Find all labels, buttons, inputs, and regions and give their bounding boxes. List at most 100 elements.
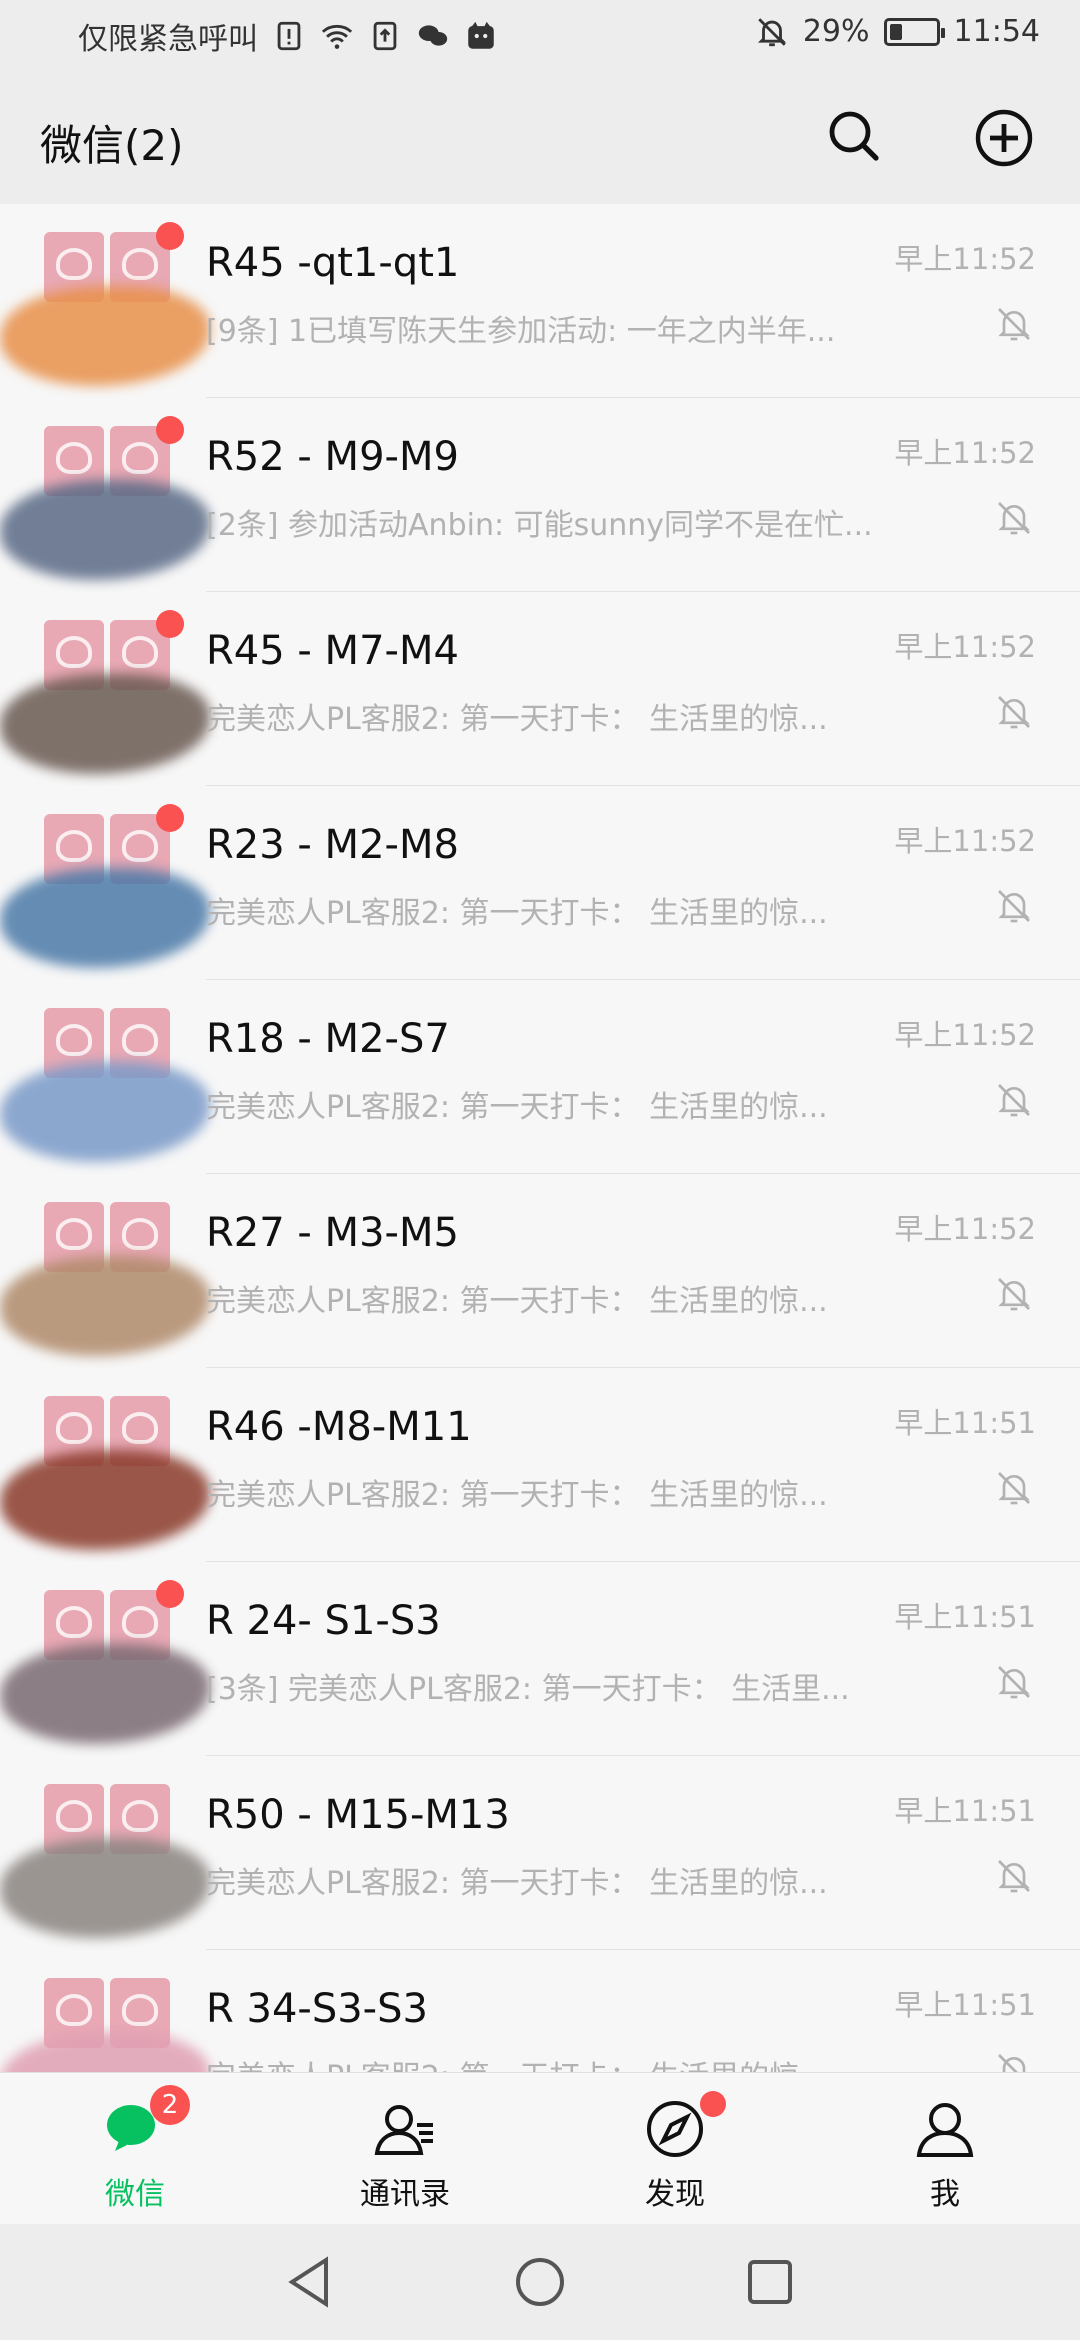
tab-label: 通讯录: [360, 2177, 450, 2212]
bell-off-icon: [757, 17, 786, 46]
wifi-icon: [321, 24, 353, 49]
avatar-blur: [0, 286, 210, 386]
chat-name: R 34-S3-S3: [206, 1986, 428, 2032]
chat-preview: [3条] 完美恋人PL客服2: 第一天打卡： 生活里...: [206, 1672, 850, 1707]
chat-list[interactable]: R45 -qt1-qt1 早上11:52 [9条] 1已填写陈天生参加活动: 一年之…: [0, 204, 1080, 2072]
tab-me[interactable]: 我: [810, 2073, 1080, 2225]
person-icon: [916, 2103, 974, 2157]
chat-preview: 完美恋人PL客服2: 第一天打卡： 生活里的惊...: [206, 896, 828, 931]
top-header: 微信(2): [0, 72, 1080, 204]
group-avatar[interactable]: [0, 610, 210, 774]
mute-icon: [998, 890, 1030, 923]
carrier-text: 仅限紧急呼叫: [78, 22, 258, 57]
avatar-blur: [0, 1644, 210, 1744]
chat-row[interactable]: R27 - M3-M5 早上11:52 完美恋人PL客服2: 第一天打卡： 生活里的…: [0, 1174, 1080, 1368]
group-avatar[interactable]: [0, 804, 210, 968]
sim-alert-icon: [277, 21, 301, 51]
add-icon[interactable]: [974, 108, 1034, 168]
chat-row[interactable]: R50 - M15-M13 早上11:51 完美恋人PL客服2: 第一天打卡： 生活…: [0, 1756, 1080, 1950]
compass-icon: [647, 2101, 703, 2157]
mute-icon: [998, 308, 1030, 341]
avatar-blur: [0, 868, 210, 968]
battery-fill: [889, 23, 903, 40]
group-avatar[interactable]: [0, 1972, 210, 2072]
chat-time: 早上11:52: [894, 1212, 1036, 1246]
chat-preview: [2条] 参加活动Anbin: 可能sunny同学不是在忙...: [206, 508, 873, 543]
chat-time: 早上11:51: [894, 1406, 1036, 1440]
status-left: 仅限紧急呼叫: [78, 14, 498, 58]
avatar-blur: [0, 1256, 210, 1356]
avatar-blur: [0, 480, 210, 580]
group-avatar[interactable]: [0, 1390, 210, 1550]
chat-time: 早上11:52: [894, 824, 1036, 858]
unread-dot: [156, 222, 184, 250]
chat-name: R45 -qt1-qt1: [206, 240, 460, 286]
status-right: 29% 11:54: [755, 14, 1040, 49]
chat-row[interactable]: R45 -qt1-qt1 早上11:52 [9条] 1已填写陈天生参加活动: 一年之…: [0, 204, 1080, 398]
battery-percent: 29%: [802, 14, 870, 49]
bottom-tab-bar: 2 微信 通讯录 发现 我: [0, 2072, 1080, 2225]
chat-preview: 完美恋人PL客服2: 第一天打卡： 生活里的惊...: [206, 1090, 828, 1125]
chat-name: R46 -M8-M11: [206, 1404, 472, 1450]
mute-icon: [998, 1472, 1030, 1505]
mute-icon: [998, 1860, 1030, 1893]
avatar-blur: [0, 674, 210, 774]
mute-icon: [998, 1084, 1030, 1117]
group-avatar[interactable]: [0, 1778, 210, 1938]
chat-badge: 2: [150, 2085, 190, 2125]
back-icon[interactable]: [282, 2254, 338, 2310]
group-avatar[interactable]: [0, 1196, 210, 1356]
tab-chats[interactable]: 2 微信: [0, 2073, 270, 2225]
battery-icon: [883, 17, 945, 46]
cat-app-icon: [468, 21, 494, 49]
chat-time: 早上11:52: [894, 242, 1036, 276]
tab-discover[interactable]: 发现: [540, 2073, 810, 2225]
chat-time: 早上11:51: [894, 1600, 1036, 1634]
unread-dot: [156, 610, 184, 638]
avatar-blur: [0, 1450, 210, 1550]
unread-dot: [156, 416, 184, 444]
chat-row[interactable]: R 24- S1-S3 早上11:51 [3条] 完美恋人PL客服2: 第一天打卡：…: [0, 1562, 1080, 1756]
group-avatar[interactable]: [0, 416, 210, 580]
chat-preview: 完美恋人PL客服2: 第一天打卡： 生活里的惊...: [206, 2052, 926, 2072]
wechat-icon: [418, 25, 448, 46]
chat-row[interactable]: R18 - M2-S7 早上11:52 完美恋人PL客服2: 第一天打卡： 生活里的…: [0, 980, 1080, 1174]
avatar-blur: [0, 2032, 210, 2072]
contacts-icon: [374, 2105, 433, 2155]
chat-time: 早上11:51: [894, 1988, 1036, 2022]
tab-contacts[interactable]: 通讯录: [270, 2073, 540, 2225]
chat-preview: [9条] 1已填写陈天生参加活动: 一年之内半年...: [206, 314, 836, 349]
group-avatar[interactable]: [0, 1580, 210, 1744]
mute-icon: [998, 1666, 1030, 1699]
chat-row[interactable]: R45 - M7-M4 早上11:52 完美恋人PL客服2: 第一天打卡： 生活里的…: [0, 592, 1080, 786]
chat-preview: 完美恋人PL客服2: 第一天打卡： 生活里的惊...: [206, 1866, 828, 1901]
chat-row[interactable]: R52 - M9-M9 早上11:52 [2条] 参加活动Anbin: 可能sunn…: [0, 398, 1080, 592]
unread-dot: [156, 1580, 184, 1608]
chat-time: 早上11:52: [894, 630, 1036, 664]
chat-time: 早上11:52: [894, 436, 1036, 470]
chat-name: R23 - M2-M8: [206, 822, 459, 868]
mute-icon: [998, 696, 1030, 729]
tab-label: 我: [930, 2177, 960, 2212]
chat-preview: 完美恋人PL客服2: 第一天打卡： 生活里的惊...: [206, 1284, 828, 1319]
home-icon[interactable]: [512, 2254, 568, 2310]
upload-icon: [373, 21, 397, 51]
search-icon[interactable]: [826, 108, 882, 164]
chat-name: R 24- S1-S3: [206, 1598, 441, 1644]
page-title: 微信(2): [40, 121, 184, 170]
avatar-blur: [0, 1838, 210, 1938]
group-avatar[interactable]: [0, 1002, 210, 1162]
recents-icon[interactable]: [742, 2254, 798, 2310]
mute-icon: [998, 2054, 1026, 2072]
discover-dot: [700, 2091, 726, 2117]
mute-icon: [998, 502, 1030, 535]
group-avatar[interactable]: [0, 222, 210, 386]
tab-label: 微信: [105, 2177, 165, 2212]
chat-row[interactable]: R 34-S3-S3 早上11:51 完美恋人PL客服2: 第一天打卡： 生活里的惊…: [0, 1950, 1080, 2072]
chat-row[interactable]: R23 - M2-M8 早上11:52 完美恋人PL客服2: 第一天打卡： 生活里的…: [0, 786, 1080, 980]
avatar-blur: [0, 1062, 210, 1162]
chat-preview: 完美恋人PL客服2: 第一天打卡： 生活里的惊...: [206, 702, 828, 737]
chat-time: 早上11:51: [894, 1794, 1036, 1828]
chat-row[interactable]: R46 -M8-M11 早上11:51 完美恋人PL客服2: 第一天打卡： 生活里的…: [0, 1368, 1080, 1562]
chat-name: R45 - M7-M4: [206, 628, 459, 674]
